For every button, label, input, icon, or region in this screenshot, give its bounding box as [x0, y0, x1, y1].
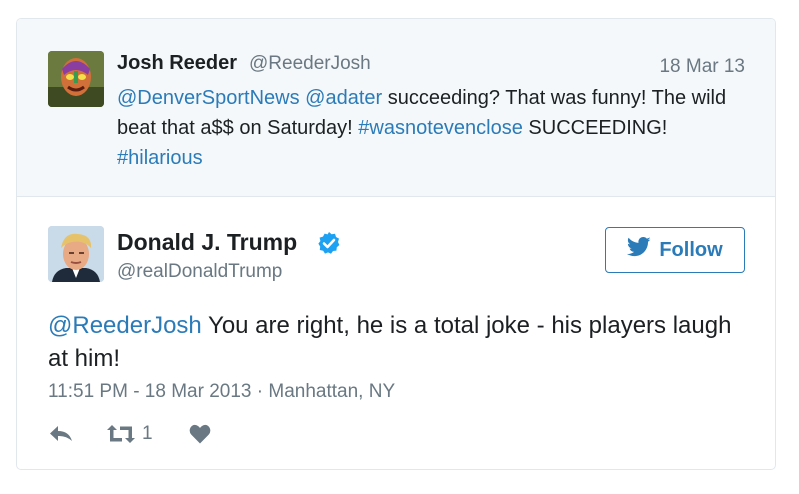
hashtag-link[interactable]: #hilarious: [117, 147, 203, 169]
twitter-bird-icon: [627, 237, 651, 263]
parent-tweet: Josh Reeder @ReederJosh 18 Mar 13 @Denve…: [17, 19, 775, 197]
parent-avatar[interactable]: [48, 51, 104, 107]
retweet-count: 1: [142, 423, 153, 444]
reply-icon[interactable]: [48, 424, 74, 444]
tweet-actions: 1: [48, 422, 211, 446]
embedded-tweet-card: Josh Reeder @ReederJosh 18 Mar 13 @Denve…: [16, 18, 776, 470]
main-avatar[interactable]: [48, 226, 104, 282]
parent-author-handle[interactable]: @ReederJosh: [249, 53, 371, 75]
parent-author-name[interactable]: Josh Reeder: [117, 52, 237, 75]
tweet-metadata: 11:51 PM - 18 Mar 2013 · Manhattan, NY: [48, 381, 395, 403]
meta-separator: ·: [251, 381, 269, 402]
mention-link[interactable]: @adater: [305, 87, 382, 109]
main-tweet-text: @ReederJosh You are right, he is a total…: [48, 309, 748, 375]
parent-tweet-date[interactable]: 18 Mar 13: [659, 56, 745, 78]
tweet-timestamp[interactable]: 11:51 PM - 18 Mar 2013: [48, 381, 251, 402]
like-heart-icon[interactable]: [189, 424, 211, 444]
main-author-handle[interactable]: @realDonaldTrump: [117, 261, 282, 283]
parent-tweet-text: @DenverSportNews @adater succeeding? Tha…: [117, 83, 757, 173]
tweet-location[interactable]: Manhattan, NY: [268, 381, 395, 402]
main-author-name[interactable]: Donald J. Trump: [117, 229, 297, 256]
follow-button[interactable]: Follow: [605, 227, 745, 273]
retweet-icon: [106, 424, 136, 444]
hashtag-link[interactable]: #wasnotevenclose: [358, 117, 523, 139]
mention-link[interactable]: @DenverSportNews: [117, 87, 300, 109]
parent-tweet-body: SUCCEEDING!: [522, 117, 668, 139]
retweet-button[interactable]: 1: [106, 423, 153, 445]
verified-badge-icon: [317, 231, 341, 255]
mention-link[interactable]: @ReederJosh: [48, 312, 202, 339]
follow-button-label: Follow: [659, 238, 723, 261]
